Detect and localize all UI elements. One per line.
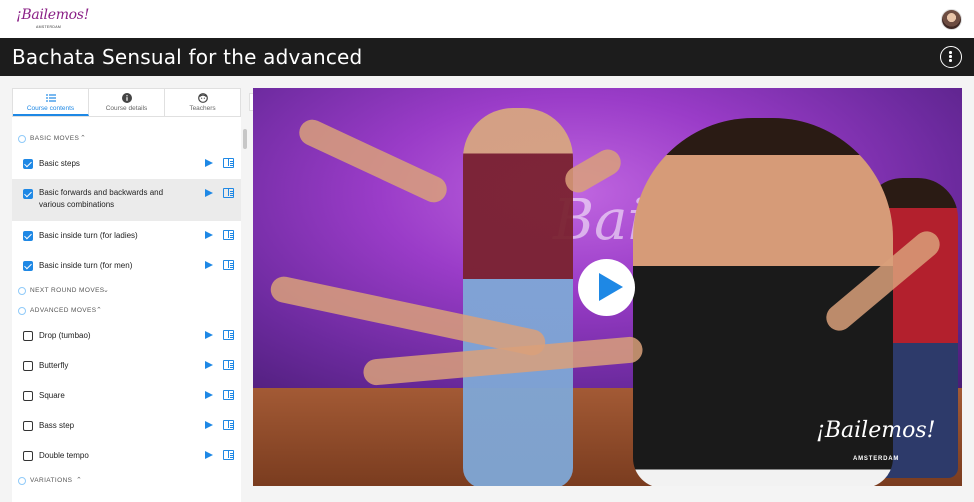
book-icon[interactable] [223,188,234,198]
item-label: Basic steps [39,159,80,168]
item-checkbox[interactable] [23,391,33,401]
book-icon[interactable] [223,390,234,400]
item-checkbox[interactable] [23,331,33,341]
video-watermark-logo: ¡Bailemos! [816,418,936,443]
play-icon[interactable] [205,189,213,197]
section-label: NEXT ROUND MOVES [30,287,105,294]
video-watermark-subtext: AMSTERDAM [853,456,900,462]
section-label: BASIC MOVES [30,135,80,142]
list-item[interactable]: Drop (tumbao) [12,325,241,347]
tab-label: Course details [105,105,148,112]
chevron-down-icon: ⌄ [103,287,109,294]
item-checkbox[interactable] [23,261,33,271]
item-label: Butterfly [39,361,69,370]
course-title-bar: Bachata Sensual for the advanced [0,38,974,76]
list-item[interactable]: Basic inside turn (for men) [12,255,241,277]
more-options-button[interactable] [940,46,962,68]
item-checkbox[interactable] [23,361,33,371]
item-label: Bass step [39,421,75,430]
chevron-up-icon: ⌃ [80,135,86,142]
top-bar: ¡Bailemos! AMSTERDAM [0,0,974,38]
section-label: VARIATIONS [30,477,73,484]
play-icon[interactable] [205,159,213,167]
list-item[interactable]: Butterfly [12,355,241,377]
face-icon [197,93,208,103]
item-label: Basic forwards and backwards and various… [39,188,164,209]
list-item[interactable]: Basic forwards and backwards and various… [12,179,241,221]
play-icon[interactable] [205,451,213,459]
section-status-icon [18,307,26,315]
item-label: Basic inside turn (for ladies) [39,231,138,240]
video-play-button[interactable] [578,259,635,316]
tab-label: Teachers [189,105,216,112]
list-item[interactable]: Basic inside turn (for ladies) [12,225,241,247]
item-label: Square [39,391,65,400]
video-player[interactable]: Bailemos ¡Bailemos! AMSTERDAM [253,88,962,486]
section-status-icon [18,287,26,295]
list-item[interactable]: Basic steps [12,153,241,175]
sidebar-tabs: Course contents Course details Teachers [12,88,241,117]
book-icon[interactable] [223,420,234,430]
play-icon[interactable] [205,331,213,339]
item-label: Basic inside turn (for men) [39,261,133,270]
sidebar-scrollbar[interactable] [243,129,247,149]
section-advanced-moves[interactable]: ADVANCED MOVES ⌃ [12,301,241,321]
more-vertical-icon [949,51,952,63]
list-item[interactable]: Double tempo [12,445,241,467]
book-icon[interactable] [223,260,234,270]
list-item[interactable]: Bass step [12,415,241,437]
logo-text: ¡Bailemos! [16,7,90,23]
item-checkbox[interactable] [23,189,33,199]
tab-label: Course contents [26,105,75,112]
item-checkbox[interactable] [23,231,33,241]
play-icon[interactable] [205,261,213,269]
section-variations[interactable]: VARIATIONS ⌃ [12,471,241,491]
section-status-icon [18,477,26,485]
bailemos-logo[interactable]: ¡Bailemos! AMSTERDAM [16,7,89,33]
book-icon[interactable] [223,158,234,168]
book-icon[interactable] [223,450,234,460]
section-basic-moves[interactable]: BASIC MOVES ⌃ [12,129,241,149]
section-status-icon [18,135,26,143]
play-icon[interactable] [205,231,213,239]
dancer-figure [463,108,573,486]
play-icon [599,273,623,301]
tab-course-details[interactable]: Course details [89,89,165,116]
tab-course-contents[interactable]: Course contents [13,89,89,116]
chevron-up-icon: ⌃ [76,477,82,484]
course-title: Bachata Sensual for the advanced [12,45,363,69]
course-sidebar: Course contents Course details Teachers … [12,88,241,502]
item-label: Double tempo [39,451,89,460]
book-icon[interactable] [223,330,234,340]
play-icon[interactable] [205,391,213,399]
section-label: ADVANCED MOVES [30,307,97,314]
user-avatar[interactable] [941,9,962,30]
item-label: Drop (tumbao) [39,331,91,340]
chevron-up-icon: ⌃ [96,307,102,314]
item-checkbox[interactable] [23,451,33,461]
tab-teachers[interactable]: Teachers [165,89,240,116]
logo-subtext: AMSTERDAM [36,25,62,29]
list-icon [45,94,56,102]
play-icon[interactable] [205,361,213,369]
item-checkbox[interactable] [23,159,33,169]
play-icon[interactable] [205,421,213,429]
item-checkbox[interactable] [23,421,33,431]
book-icon[interactable] [223,360,234,370]
section-next-round-moves[interactable]: NEXT ROUND MOVES ⌄ [12,281,241,301]
list-item[interactable]: Square [12,385,241,407]
book-icon[interactable] [223,230,234,240]
info-icon [121,93,132,103]
